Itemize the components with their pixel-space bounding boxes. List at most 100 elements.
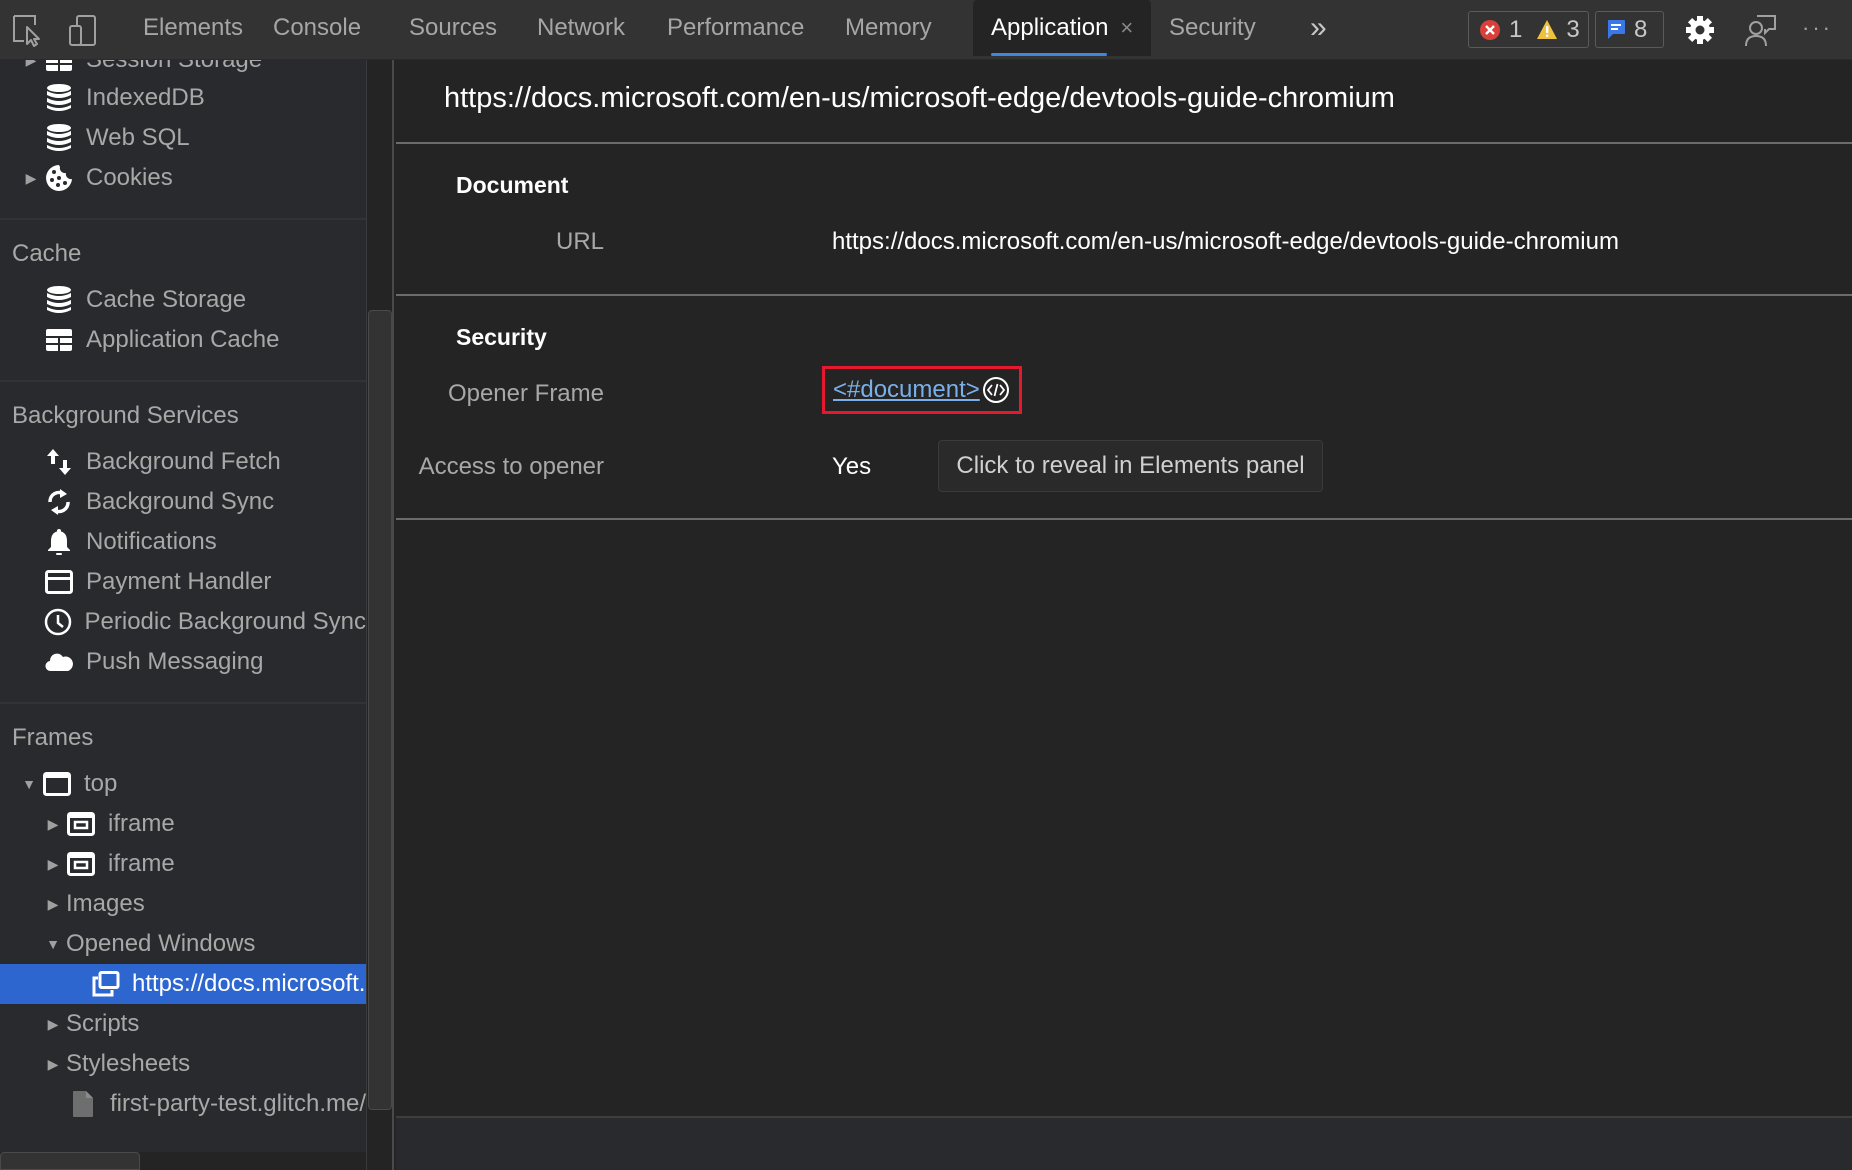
more-options-button[interactable]: ··· xyxy=(1802,0,1833,56)
sidebar-item-application-cache[interactable]: Application Cache xyxy=(0,320,366,360)
sidebar-item-label: Background Fetch xyxy=(86,448,281,475)
tab-application[interactable]: Application × xyxy=(973,0,1152,56)
frame-tree-scripts[interactable]: ▶ Scripts xyxy=(0,1004,366,1044)
frame-tree-top[interactable]: ▼ top xyxy=(0,764,366,804)
database-icon xyxy=(44,83,74,113)
database-icon xyxy=(44,285,74,315)
sidebar-item-label: Application Cache xyxy=(86,326,280,353)
table-icon xyxy=(44,325,74,355)
sidebar-item-indexeddb[interactable]: IndexedDB xyxy=(0,78,366,118)
frame-icon xyxy=(42,769,72,799)
frame-details-panel: https://docs.microsoft.com/en-us/microso… xyxy=(396,60,1852,1170)
sidebar-item-label: Scripts xyxy=(66,1010,140,1037)
tab-console[interactable]: Console xyxy=(273,0,361,56)
inspect-element-button[interactable] xyxy=(10,12,46,48)
clock-icon xyxy=(44,607,73,637)
warning-count: 3 xyxy=(1566,15,1580,43)
sidebar-item-push-messaging[interactable]: Push Messaging xyxy=(0,642,366,682)
sidebar-item-label: top xyxy=(84,770,118,797)
frame-tree-stylesheet-file[interactable]: first-party-test.glitch.me/ xyxy=(0,1084,366,1124)
cache-section-header: Cache xyxy=(12,240,82,267)
opener-frame-label: Opener Frame xyxy=(447,380,604,407)
sidebar-horizontal-scrollbar[interactable] xyxy=(0,1152,366,1170)
sidebar-item-label: Opened Windows xyxy=(66,930,256,957)
sidebar-item-cache-storage[interactable]: Cache Storage xyxy=(0,280,366,320)
close-tab-icon[interactable]: × xyxy=(1120,15,1133,40)
expand-arrow-icon[interactable]: ▶ xyxy=(44,1016,62,1033)
divider xyxy=(396,518,1852,520)
sidebar-item-background-sync[interactable]: Background Sync xyxy=(0,482,366,522)
frame-tree-stylesheets[interactable]: ▶ Stylesheets xyxy=(0,1044,366,1084)
feedback-button[interactable] xyxy=(1742,12,1778,48)
tab-elements[interactable]: Elements xyxy=(143,0,243,56)
device-emulation-button[interactable] xyxy=(66,12,102,48)
tab-performance[interactable]: Performance xyxy=(667,0,804,56)
expand-arrow-icon[interactable]: ▶ xyxy=(22,60,40,69)
sidebar-item-label: IndexedDB xyxy=(86,84,205,111)
document-section-heading: Document xyxy=(456,172,569,198)
sidebar-item-periodic-background-sync[interactable]: Periodic Background Sync xyxy=(0,602,366,642)
iframe-icon xyxy=(66,809,96,839)
tab-security[interactable]: Security xyxy=(1169,0,1256,56)
sidebar-item-label: Notifications xyxy=(86,528,217,555)
expand-arrow-icon[interactable]: ▶ xyxy=(44,1056,62,1073)
divider xyxy=(396,142,1852,144)
tab-sources[interactable]: Sources xyxy=(409,0,497,56)
sidebar-item-label: Session Storage xyxy=(86,60,262,74)
message-count: 8 xyxy=(1634,15,1648,43)
sidebar-item-web-sql[interactable]: Web SQL xyxy=(0,118,366,158)
horizontal-scrollbar-thumb[interactable] xyxy=(0,1152,140,1170)
expand-arrow-icon[interactable]: ▶ xyxy=(44,856,62,873)
tab-network[interactable]: Network xyxy=(537,0,625,56)
collapse-arrow-icon[interactable]: ▼ xyxy=(20,776,38,792)
frame-tree-opened-window-item[interactable]: https://docs.microsoft.com/en-us/microso… xyxy=(0,964,366,1004)
divider xyxy=(396,294,1852,296)
message-icon xyxy=(1606,19,1626,41)
expand-arrow-icon[interactable]: ▶ xyxy=(44,896,62,913)
sidebar-item-label: Web SQL xyxy=(86,124,190,151)
sidebar-item-label: Push Messaging xyxy=(86,648,264,675)
background-services-header: Background Services xyxy=(12,402,239,429)
opener-frame-link[interactable]: <#document> xyxy=(833,376,980,404)
reveal-in-elements-button[interactable]: Click to reveal in Elements panel xyxy=(938,440,1323,492)
feedback-icon xyxy=(1745,15,1776,47)
arrows-up-down-icon xyxy=(44,447,74,477)
reveal-code-icon[interactable] xyxy=(982,376,1010,404)
sidebar-item-payment-handler[interactable]: Payment Handler xyxy=(0,562,366,602)
file-icon xyxy=(68,1089,98,1119)
messages-counter[interactable]: 8 xyxy=(1595,11,1664,48)
tab-memory[interactable]: Memory xyxy=(845,0,932,56)
sidebar-item-background-fetch[interactable]: Background Fetch xyxy=(0,442,366,482)
frame-tree-images[interactable]: ▶ Images xyxy=(0,884,366,924)
frame-tree-iframe[interactable]: ▶ iframe xyxy=(0,844,366,884)
sidebar-item-cookies[interactable]: ▶ Cookies xyxy=(0,158,366,198)
frame-tree-iframe[interactable]: ▶ iframe xyxy=(0,804,366,844)
sidebar-item-label: Images xyxy=(66,890,145,917)
more-tabs-button[interactable]: » xyxy=(1310,0,1327,56)
issues-counter[interactable]: 1 3 xyxy=(1468,11,1589,48)
settings-button[interactable] xyxy=(1682,12,1718,48)
sidebar-item-label: iframe xyxy=(108,810,175,837)
expand-arrow-icon[interactable]: ▶ xyxy=(44,816,62,833)
page-title: https://docs.microsoft.com/en-us/microso… xyxy=(444,82,1395,114)
collapse-arrow-icon[interactable]: ▼ xyxy=(44,936,62,952)
section-divider xyxy=(0,702,366,704)
bottom-pane xyxy=(396,1116,1852,1170)
credit-card-icon xyxy=(44,567,74,597)
gear-icon xyxy=(1686,16,1714,44)
devtools-toolbar: Elements Console Sources Network Perform… xyxy=(0,0,1852,60)
active-tab-indicator xyxy=(991,53,1108,56)
opener-frame-highlight: <#document> xyxy=(822,366,1022,414)
frame-tree-opened-windows[interactable]: ▼ Opened Windows xyxy=(0,924,366,964)
sidebar-item-label: Stylesheets xyxy=(66,1050,191,1077)
sidebar-item-session-storage[interactable]: ▶ Session Storage xyxy=(0,60,366,80)
frames-section-header: Frames xyxy=(12,724,94,751)
sidebar-item-label: Payment Handler xyxy=(86,568,272,595)
expand-arrow-icon[interactable]: ▶ xyxy=(22,170,40,187)
sidebar-vertical-scrollbar[interactable] xyxy=(366,60,394,1170)
vertical-scrollbar-thumb[interactable] xyxy=(368,310,392,1110)
security-section-heading: Security xyxy=(456,324,547,350)
sidebar-item-notifications[interactable]: Notifications xyxy=(0,522,366,562)
access-to-opener-value: Yes xyxy=(832,453,872,480)
url-label: URL xyxy=(555,228,604,255)
